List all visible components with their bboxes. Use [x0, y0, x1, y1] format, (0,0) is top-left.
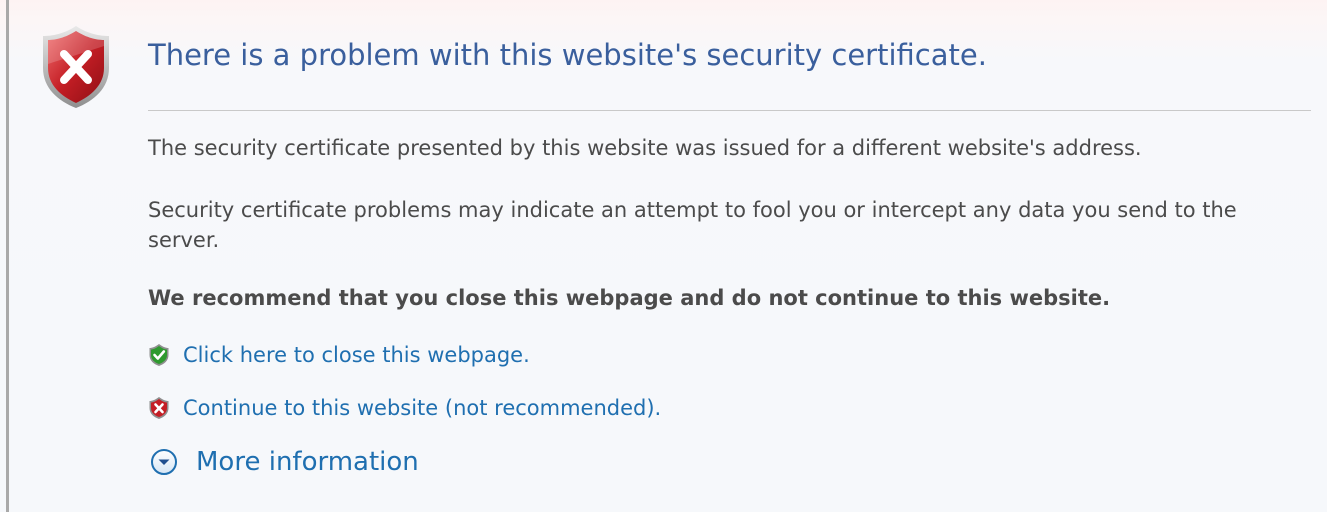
continue-website-link[interactable]: Continue to this website (not recommende…	[183, 396, 661, 420]
more-information-toggle[interactable]: More information	[150, 447, 419, 477]
page-title: There is a problem with this website's s…	[148, 38, 987, 72]
chevron-down-circle-icon	[151, 449, 177, 475]
continue-website-option[interactable]: Continue to this website (not recommende…	[148, 393, 661, 423]
close-webpage-link[interactable]: Click here to close this webpage.	[183, 343, 530, 367]
error-shield-icon	[43, 26, 109, 108]
window-left-border	[6, 0, 9, 512]
green-shield-check-icon	[149, 344, 169, 366]
security-warning-text: Security certificate problems may indica…	[148, 198, 1237, 252]
recommendation-text: We recommend that you close this webpage…	[148, 286, 1111, 310]
red-shield-x-icon	[149, 397, 169, 419]
more-information-label[interactable]: More information	[196, 447, 419, 477]
title-divider	[148, 110, 1311, 111]
certificate-error-page: There is a problem with this website's s…	[0, 0, 1327, 512]
certificate-mismatch-text: The security certificate presented by th…	[148, 136, 1142, 160]
close-webpage-option[interactable]: Click here to close this webpage.	[148, 340, 530, 370]
